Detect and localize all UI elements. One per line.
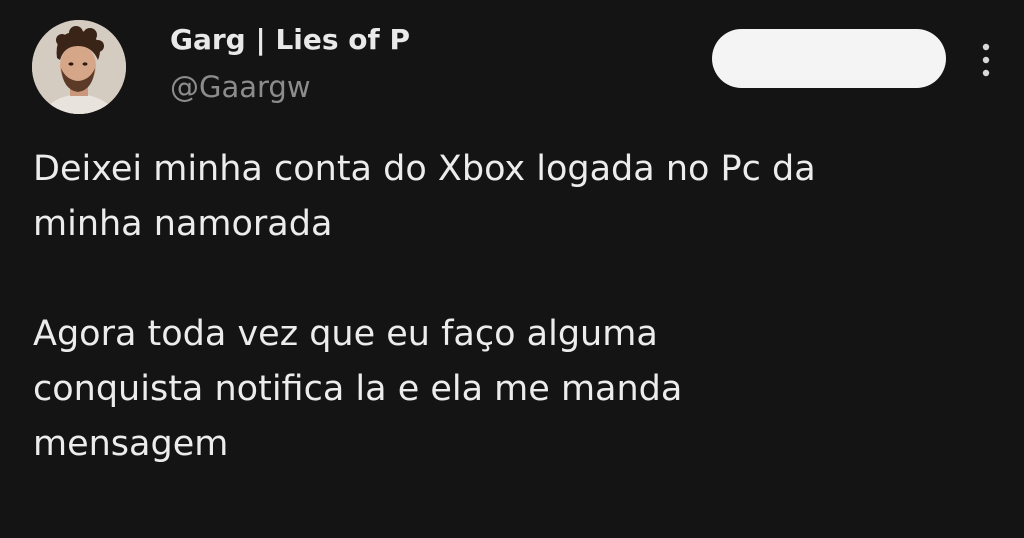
follow-button[interactable] bbox=[712, 29, 946, 88]
more-vertical-icon-glyph bbox=[982, 43, 990, 77]
avatar[interactable] bbox=[32, 20, 126, 114]
tweet-text: Deixei minha conta do Xbox logada no Pc … bbox=[33, 149, 816, 464]
avatar-image bbox=[32, 20, 126, 114]
tweet-card: Garg | Lies of P @Gaargw Deixei minha co… bbox=[0, 0, 1024, 538]
user-handle[interactable]: @Gaargw bbox=[170, 70, 311, 104]
display-name[interactable]: Garg | Lies of P bbox=[170, 23, 410, 57]
more-vertical-icon[interactable] bbox=[976, 42, 996, 78]
